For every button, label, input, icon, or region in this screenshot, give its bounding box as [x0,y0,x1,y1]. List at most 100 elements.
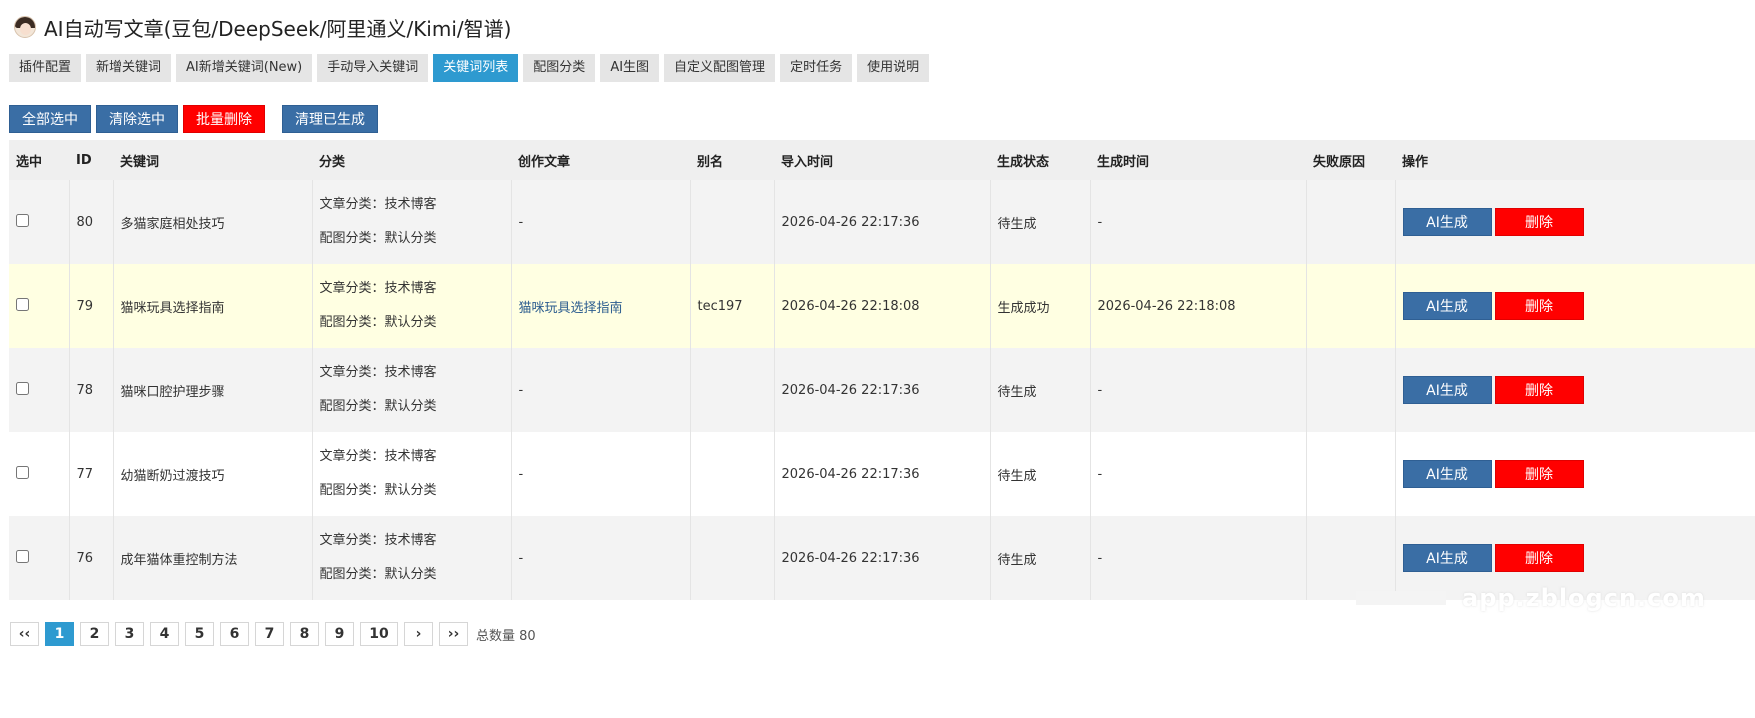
row-select-cell [9,180,69,264]
row-gen-time: - [1089,348,1306,432]
keyword-table: 选中 ID 关键词 分类 创作文章 别名 导入时间 生成状态 生成时间 失败原因… [9,140,1755,600]
title-bar: AI自动写文章(豆包/DeepSeek/阿里通义/Kimi/智谱) [14,12,511,42]
row-checkbox[interactable] [16,213,29,227]
image-category: 配图分类：默认分类 [319,399,437,414]
tab-keyword-list[interactable]: 关键词列表 [433,54,519,82]
row-checkbox[interactable] [16,381,29,395]
page-button-1[interactable]: 1 [45,622,74,646]
row-article: 猫咪玩具选择指南 [510,264,690,348]
tab-image-category[interactable]: 配图分类 [523,54,596,82]
row-keyword: 多猫家庭相处技巧 [112,180,312,264]
row-import-time: 2026-04-26 22:17:36 [773,432,990,516]
row-checkbox[interactable] [16,297,29,311]
row-keyword: 猫咪玩具选择指南 [112,264,312,348]
article-category: 文章分类：技术博客 [319,449,437,464]
row-category: 文章分类：技术博客 配图分类：默认分类 [311,348,511,432]
row-status: 待生成 [989,516,1090,600]
tab-ai-image[interactable]: AI生图 [600,54,660,82]
row-ops: AI生成 删除 [1394,264,1755,348]
page-first-button[interactable]: ‹‹ [10,622,39,646]
col-article: 创作文章 [511,140,690,180]
clear-selection-button[interactable]: 清除选中 [96,105,178,133]
ai-generate-button[interactable]: AI生成 [1402,292,1492,320]
select-all-button[interactable]: 全部选中 [9,105,91,133]
article-link[interactable]: 猫咪玩具选择指南 [519,301,623,316]
image-category: 配图分类：默认分类 [319,567,437,582]
ai-generate-button[interactable]: AI生成 [1402,544,1492,572]
row-alias [689,516,774,600]
delete-button[interactable]: 删除 [1494,208,1584,236]
row-category: 文章分类：技术博客 配图分类：默认分类 [311,432,511,516]
article-category: 文章分类：技术博客 [319,533,437,548]
row-id: 79 [68,264,113,348]
tab-add-keyword[interactable]: 新增关键词 [86,54,172,82]
delete-button[interactable]: 删除 [1494,292,1584,320]
page-button-6[interactable]: 6 [220,622,249,646]
delete-button[interactable]: 删除 [1494,544,1584,572]
row-article: - [510,432,690,516]
row-select-cell [9,516,69,600]
row-import-time: 2026-04-26 22:17:36 [773,348,990,432]
row-category: 文章分类：技术博客 配图分类：默认分类 [311,516,511,600]
row-select-cell [9,264,69,348]
row-alias [689,180,774,264]
page-button-4[interactable]: 4 [150,622,179,646]
tab-ai-add-keyword[interactable]: AI新增关键词(New) [176,54,313,82]
page-last-button[interactable]: ›› [439,622,468,646]
row-article: - [510,180,690,264]
row-fail-reason [1305,264,1395,348]
row-category: 文章分类：技术博客 配图分类：默认分类 [311,180,511,264]
row-id: 78 [68,348,113,432]
row-status: 待生成 [989,180,1090,264]
page-next-button[interactable]: › [404,622,433,646]
row-article: - [510,348,690,432]
tab-plugin-config[interactable]: 插件配置 [9,54,82,82]
avatar-icon [14,16,36,38]
page-button-2[interactable]: 2 [80,622,109,646]
table-row: 77 幼猫断奶过渡技巧 文章分类：技术博客 配图分类：默认分类 - 2026-0… [9,432,1755,516]
row-fail-reason [1305,516,1395,600]
row-gen-time: 2026-04-26 22:18:08 [1089,264,1306,348]
tab-usage-guide[interactable]: 使用说明 [857,54,930,82]
ai-generate-button[interactable]: AI生成 [1402,208,1492,236]
table-header-row: 选中 ID 关键词 分类 创作文章 别名 导入时间 生成状态 生成时间 失败原因… [9,140,1755,180]
row-checkbox[interactable] [16,549,29,563]
ai-generate-button[interactable]: AI生成 [1402,460,1492,488]
row-gen-time: - [1089,180,1306,264]
article-category: 文章分类：技术博客 [319,365,437,380]
delete-button[interactable]: 删除 [1494,376,1584,404]
col-gen-time: 生成时间 [1090,140,1306,180]
col-ops: 操作 [1395,140,1755,180]
tab-scheduled-task[interactable]: 定时任务 [780,54,853,82]
row-status: 生成成功 [989,264,1090,348]
row-select-cell [9,432,69,516]
clear-generated-button[interactable]: 清理已生成 [282,105,378,133]
total-count: 总数量 80 [476,628,536,644]
tab-manual-import[interactable]: 手动导入关键词 [317,54,429,82]
ai-generate-button[interactable]: AI生成 [1402,376,1492,404]
col-id: ID [69,140,113,180]
col-fail-reason: 失败原因 [1306,140,1395,180]
page-button-5[interactable]: 5 [185,622,214,646]
page-button-8[interactable]: 8 [290,622,319,646]
row-alias [689,432,774,516]
row-fail-reason [1305,432,1395,516]
page-button-9[interactable]: 9 [325,622,354,646]
row-import-time: 2026-04-26 22:18:08 [773,264,990,348]
article-category: 文章分类：技术博客 [319,197,437,212]
row-ops: AI生成 删除 [1394,432,1755,516]
bulk-delete-button[interactable]: 批量删除 [183,105,265,133]
row-keyword: 猫咪口腔护理步骤 [112,348,312,432]
row-checkbox[interactable] [16,465,29,479]
tab-custom-image[interactable]: 自定义配图管理 [664,54,776,82]
page-button-10[interactable]: 10 [360,622,398,646]
row-status: 待生成 [989,432,1090,516]
row-id: 77 [68,432,113,516]
page-button-3[interactable]: 3 [115,622,144,646]
row-alias [689,348,774,432]
delete-button[interactable]: 删除 [1494,460,1584,488]
watermark: app.zblogcn.com [1462,584,1706,612]
col-status: 生成状态 [990,140,1090,180]
page-button-7[interactable]: 7 [255,622,284,646]
image-category: 配图分类：默认分类 [319,231,437,246]
